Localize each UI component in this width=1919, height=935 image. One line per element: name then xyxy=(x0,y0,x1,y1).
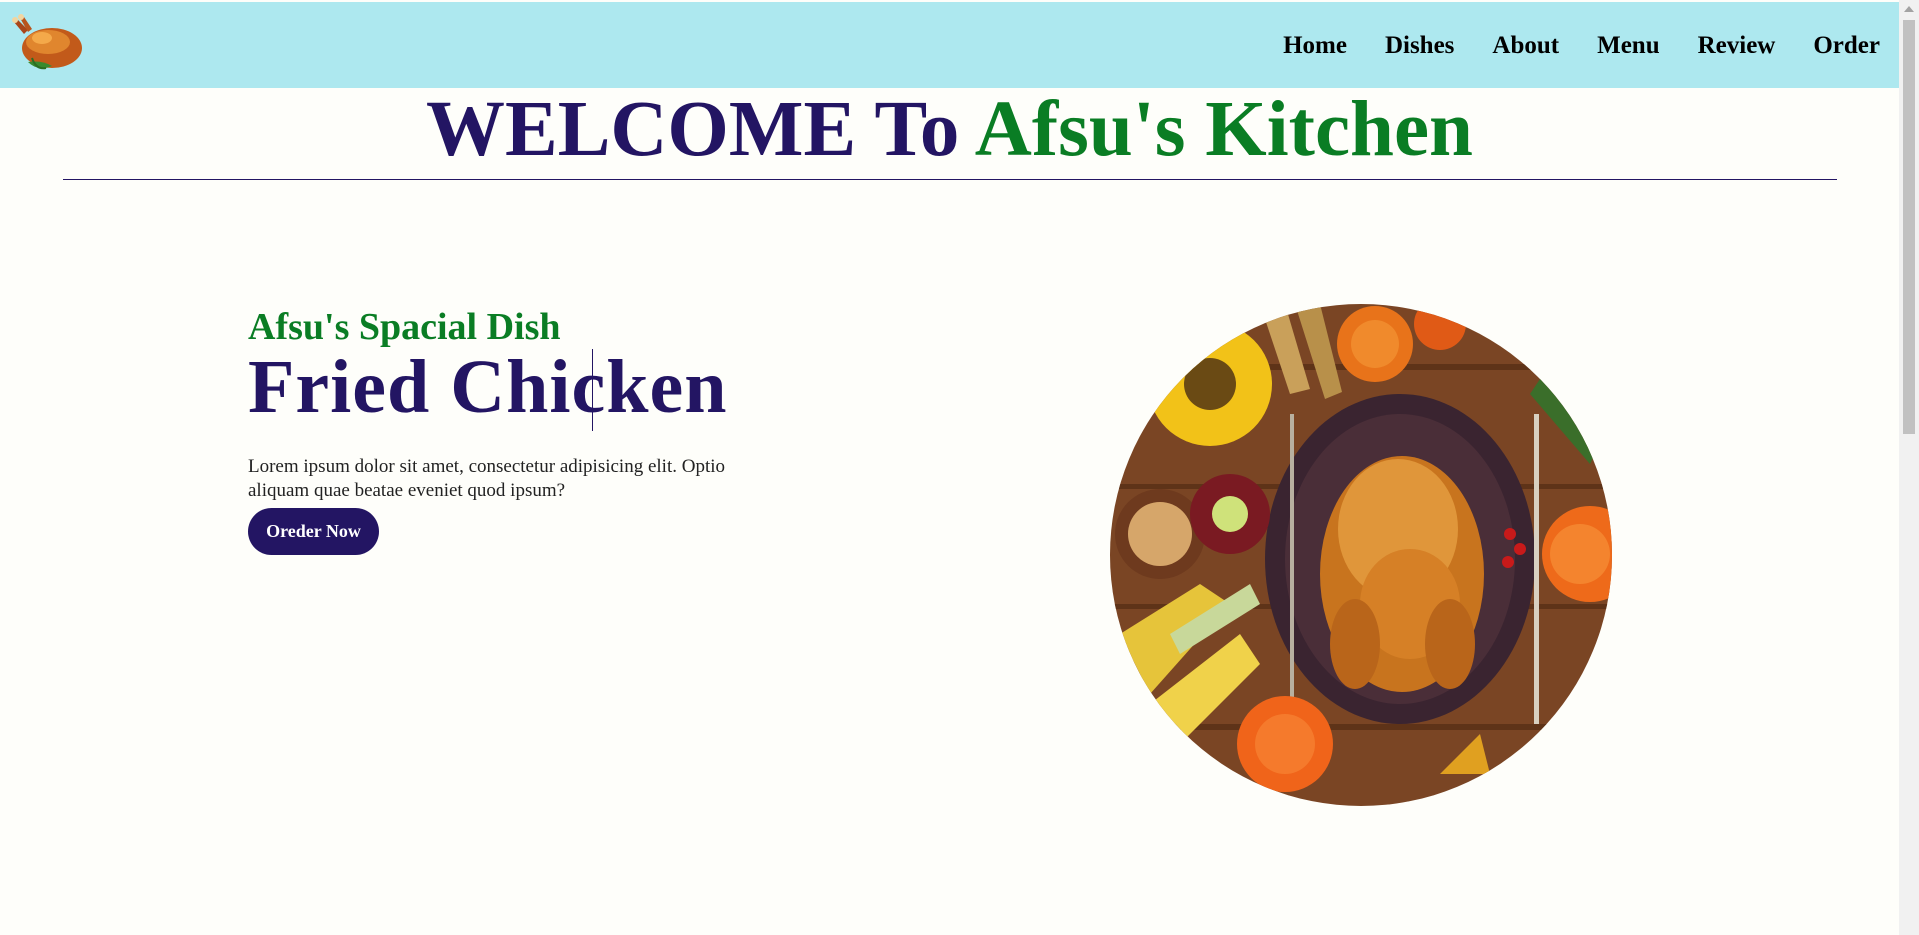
nav-review[interactable]: Review xyxy=(1698,32,1776,60)
welcome-prefix: WELCOME To xyxy=(426,86,975,173)
nav-order[interactable]: Order xyxy=(1813,32,1880,60)
heading-divider xyxy=(63,179,1837,180)
order-now-button[interactable]: Oreder Now xyxy=(248,508,379,555)
scroll-up-arrow-icon[interactable] xyxy=(1904,6,1914,12)
nav-about[interactable]: About xyxy=(1492,32,1559,60)
roast-chicken-platter-image xyxy=(1110,304,1612,806)
nav-dishes[interactable]: Dishes xyxy=(1385,32,1454,60)
welcome-heading: WELCOME To Afsu's Kitchen xyxy=(0,90,1899,169)
hero-title: Fried Chicken xyxy=(248,345,728,429)
scroll-thumb[interactable] xyxy=(1903,20,1915,434)
hero-description: Lorem ipsum dolor sit amet, consectetur … xyxy=(248,456,726,501)
page-scrollbar[interactable] xyxy=(1899,0,1919,935)
nav-home[interactable]: Home xyxy=(1283,32,1347,60)
brand-name: Afsu's Kitchen xyxy=(974,86,1473,173)
navbar: Home Dishes About Menu Review Order xyxy=(0,2,1899,88)
roast-chicken-logo-icon[interactable] xyxy=(8,12,88,74)
hero-subtitle: Afsu's Spacial Dish xyxy=(248,306,561,348)
text-cursor xyxy=(592,349,593,431)
nav-menu: Home Dishes About Menu Review Order xyxy=(1245,32,1880,60)
nav-menu-link[interactable]: Menu xyxy=(1597,32,1660,60)
